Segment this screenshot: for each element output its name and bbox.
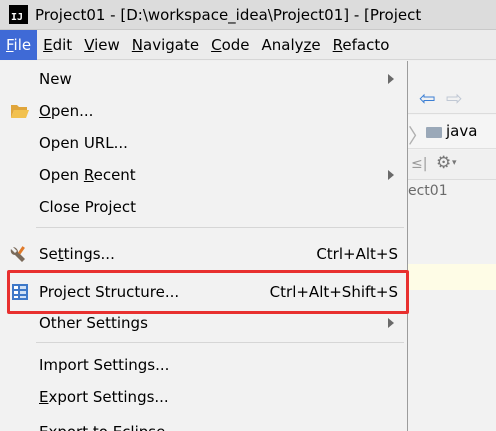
menu-item-settings[interactable]: Settings... Ctrl+Alt+S <box>0 238 407 270</box>
submenu-arrow-icon <box>388 318 394 328</box>
menu-bar: File Edit View Navigate Code Analyze Ref… <box>0 29 496 60</box>
menu-item-label: Open URL... <box>39 134 128 152</box>
menu-view[interactable]: View <box>78 30 126 60</box>
menu-item-open-url[interactable]: Open URL... <box>0 127 407 159</box>
settings-wrench-icon <box>10 246 25 262</box>
folder-icon <box>426 127 442 138</box>
highlighted-line <box>408 264 496 290</box>
breadcrumb-separator-icon: 〉 <box>408 124 428 148</box>
menu-item-open-recent[interactable]: Open Recent <box>0 159 407 191</box>
toolbar-separator-icon: ≤| <box>411 156 428 172</box>
navigate-forward-icon[interactable]: ⇨ <box>446 86 463 110</box>
menu-item-label: Open Recent <box>39 166 136 184</box>
menu-code[interactable]: Code <box>205 30 255 60</box>
intellij-app-icon: IJ <box>9 5 28 24</box>
project-tree-root[interactable]: ect01 <box>408 183 448 199</box>
navigate-back-icon[interactable]: ⇦ <box>419 86 436 110</box>
window-title: Project01 - [D:\workspace_idea\Project01… <box>35 5 422 24</box>
submenu-arrow-icon <box>388 170 394 180</box>
menu-item-label: Export to Eclipse... <box>39 423 180 431</box>
menu-item-close-project[interactable]: Close Project <box>0 191 407 223</box>
menu-separator <box>36 227 404 228</box>
breadcrumb-item[interactable]: java <box>446 122 477 140</box>
menu-item-label: Open... <box>39 102 94 120</box>
menu-analyze[interactable]: Analyze <box>256 30 327 60</box>
menu-refactor[interactable]: Refacto <box>327 30 396 60</box>
menu-item-import-settings[interactable]: Import Settings... <box>0 349 407 381</box>
menu-item-export-to-eclipse[interactable]: Export to Eclipse... <box>0 416 407 431</box>
menu-item-label: Close Project <box>39 198 136 216</box>
menu-edit[interactable]: Edit <box>37 30 78 60</box>
menu-separator <box>36 342 404 343</box>
keyboard-shortcut: Ctrl+Alt+S <box>316 245 398 263</box>
gear-icon[interactable]: ⚙ <box>436 153 451 173</box>
menu-item-new[interactable]: New <box>0 63 407 95</box>
submenu-arrow-icon <box>388 74 394 84</box>
menu-item-export-settings[interactable]: Export Settings... <box>0 381 407 413</box>
folder-open-icon <box>11 105 29 118</box>
menu-file[interactable]: File <box>0 29 38 60</box>
menu-navigate[interactable]: Navigate <box>126 30 205 60</box>
menu-item-label: Import Settings... <box>39 356 170 374</box>
menu-item-label: Export Settings... <box>39 388 169 406</box>
menu-item-label: Settings... <box>39 245 115 263</box>
menu-item-label: Other Settings <box>39 314 148 332</box>
file-menu-dropdown: New Open... Open URL... Open Recent Clos… <box>0 61 408 431</box>
title-bar: IJ Project01 - [D:\workspace_idea\Projec… <box>0 0 496 30</box>
gear-dropdown-caret-icon[interactable]: ▾ <box>452 158 457 168</box>
menu-item-open[interactable]: Open... <box>0 95 407 127</box>
menu-item-label: New <box>39 70 72 88</box>
highlight-annotation <box>7 270 409 314</box>
